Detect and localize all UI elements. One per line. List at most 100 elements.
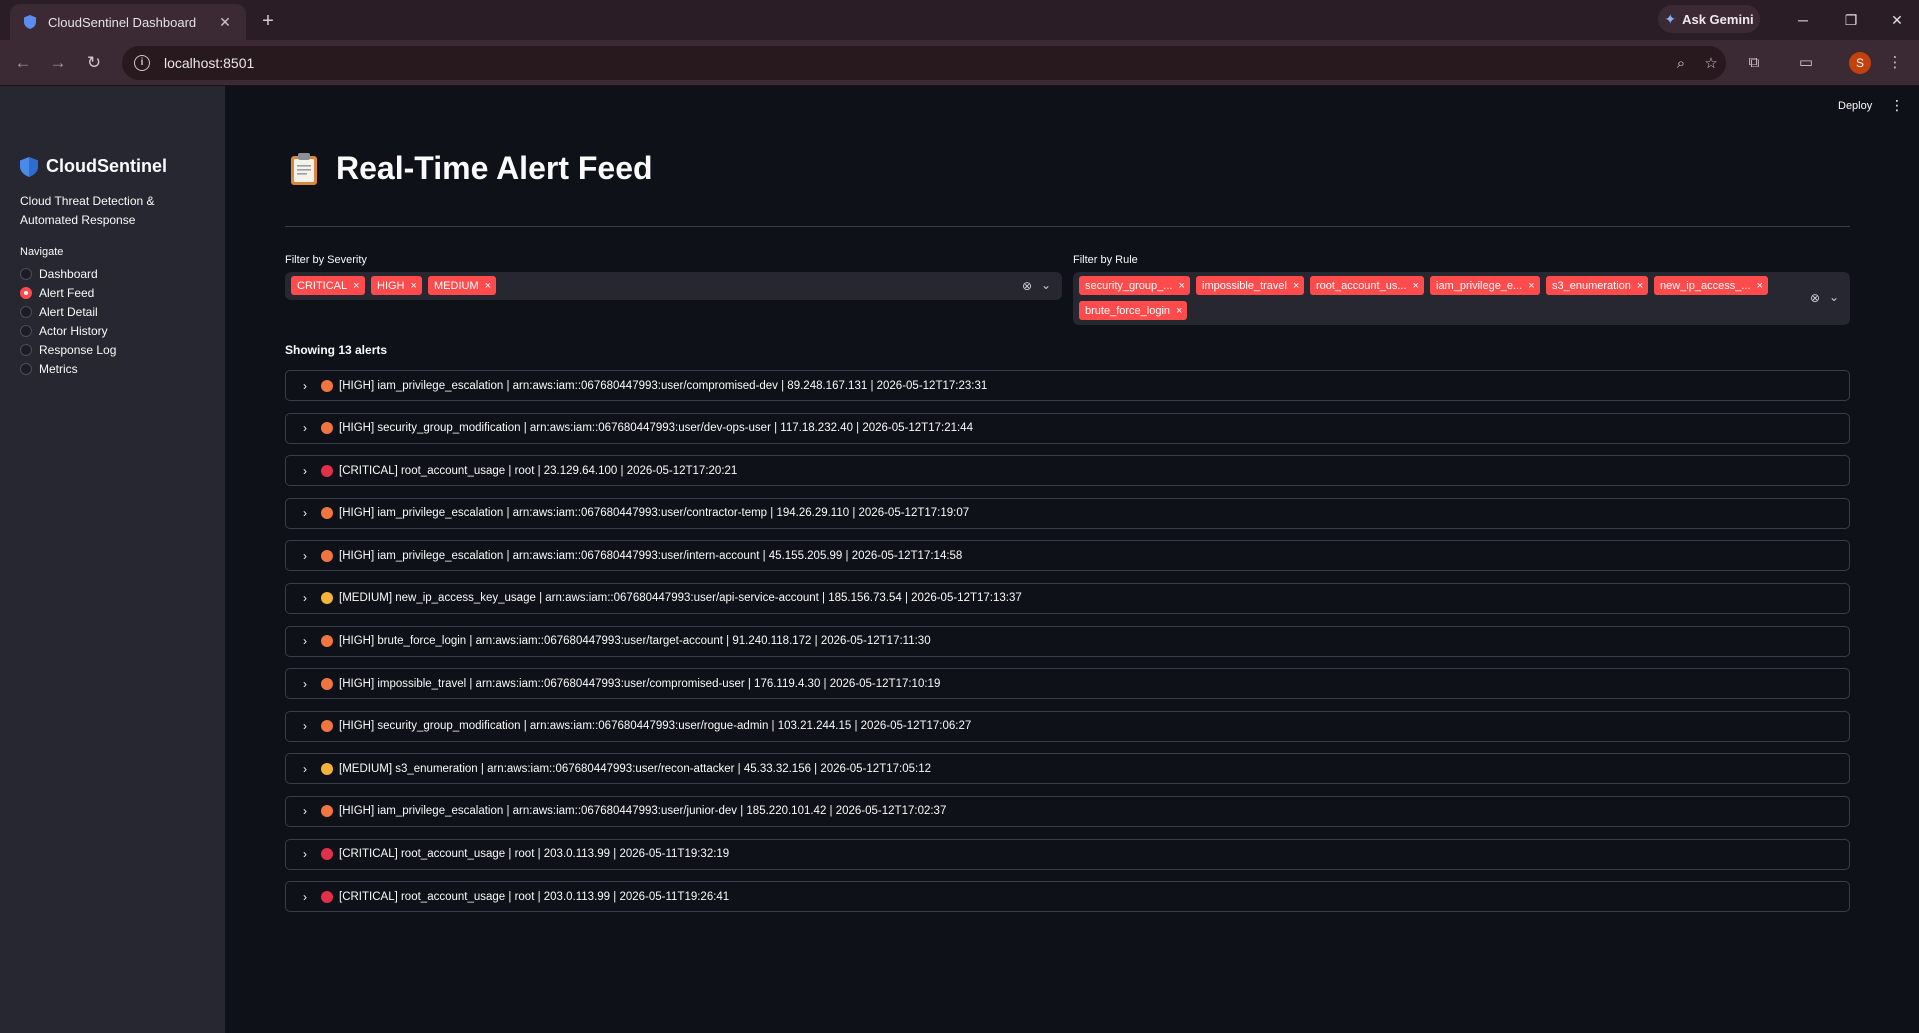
brand-name: CloudSentinel: [46, 156, 167, 176]
alert-expander[interactable]: › [MEDIUM] new_ip_access_key_usage | arn:…: [285, 582, 1850, 614]
new-tab-button[interactable]: +: [254, 7, 282, 35]
address-bar[interactable]: i localhost:8501 ⌕ ☆: [122, 46, 1726, 80]
chip-remove-icon[interactable]: ×: [1178, 280, 1184, 292]
filter-chip[interactable]: root_account_us... ×: [1310, 276, 1424, 295]
zoom-icon[interactable]: ⌕: [1666, 55, 1696, 72]
nav-item-actor-history[interactable]: Actor History: [20, 321, 116, 340]
alert-expander[interactable]: › [HIGH] security_group_modification | ar…: [285, 710, 1850, 742]
alert-expander[interactable]: › [MEDIUM] s3_enumeration | arn:aws:iam::…: [285, 753, 1850, 785]
alert-expander[interactable]: › [CRITICAL] root_account_usage | root | …: [285, 881, 1850, 913]
radio-button[interactable]: [20, 324, 32, 337]
chevron-down-icon[interactable]: ⌄: [1829, 290, 1839, 304]
alert-summary: [HIGH] iam_privilege_escalation | arn:aw…: [339, 805, 947, 818]
alert-expander[interactable]: › [HIGH] brute_force_login | arn:aws:iam:…: [285, 625, 1850, 657]
severity-dot-icon: [321, 805, 333, 818]
browser-menu-icon[interactable]: ⋮: [1881, 49, 1909, 77]
page-title-text: Real-Time Alert Feed: [336, 150, 653, 186]
back-icon[interactable]: ←: [9, 49, 37, 77]
alert-expander[interactable]: › [HIGH] iam_privilege_escalation | arn:a…: [285, 540, 1850, 572]
clear-all-icon[interactable]: ⊗: [1022, 279, 1032, 293]
ask-gemini-label: Ask Gemini: [1682, 11, 1754, 27]
chevron-right-icon[interactable]: ›: [298, 719, 312, 733]
alert-list: › [HIGH] iam_privilege_escalation | arn:a…: [285, 370, 1850, 924]
profile-avatar[interactable]: S: [1849, 52, 1871, 74]
chip-remove-icon[interactable]: ×: [1413, 280, 1419, 292]
site-info-icon[interactable]: i: [134, 55, 150, 71]
filter-chip[interactable]: security_group_... ×: [1079, 276, 1190, 295]
radio-button[interactable]: [20, 305, 32, 318]
window-close-icon[interactable]: ✕: [1877, 6, 1917, 34]
severity-dot-icon: [321, 635, 333, 648]
chip-label: root_account_us...: [1316, 279, 1407, 292]
radio-button[interactable]: [20, 343, 32, 356]
main-menu-icon[interactable]: ⋮: [1890, 97, 1904, 114]
alert-expander[interactable]: › [HIGH] impossible_travel | arn:aws:iam:…: [285, 668, 1850, 700]
nav-item-dashboard[interactable]: Dashboard: [20, 264, 116, 283]
filter-chip[interactable]: CRITICAL ×: [291, 276, 365, 295]
rule-multiselect[interactable]: security_group_... × impossible_travel × roo…: [1073, 272, 1850, 325]
chip-label: security_group_...: [1085, 279, 1173, 292]
extensions-icon[interactable]: ⧉: [1740, 49, 1768, 77]
severity-dot-icon: [321, 890, 333, 903]
chip-remove-icon[interactable]: ×: [1528, 280, 1534, 292]
filter-chip[interactable]: s3_enumeration ×: [1546, 276, 1649, 295]
alert-expander[interactable]: › [HIGH] iam_privilege_escalation | arn:a…: [285, 497, 1850, 529]
chevron-down-icon[interactable]: ⌄: [1041, 278, 1051, 292]
chip-remove-icon[interactable]: ×: [1293, 280, 1299, 292]
chevron-right-icon[interactable]: ›: [298, 890, 312, 904]
minimize-icon[interactable]: ─: [1783, 6, 1823, 34]
alert-expander[interactable]: › [CRITICAL] root_account_usage | root | …: [285, 838, 1850, 870]
chevron-right-icon[interactable]: ›: [298, 549, 312, 563]
chevron-right-icon[interactable]: ›: [298, 804, 312, 818]
chip-label: CRITICAL: [297, 279, 348, 292]
nav-item-metrics[interactable]: Metrics: [20, 359, 116, 378]
alert-expander[interactable]: › [HIGH] iam_privilege_escalation | arn:a…: [285, 370, 1850, 401]
chip-remove-icon[interactable]: ×: [411, 280, 417, 292]
chevron-right-icon[interactable]: ›: [298, 847, 312, 861]
filter-chip[interactable]: brute_force_login ×: [1079, 301, 1188, 320]
clear-all-icon[interactable]: ⊗: [1810, 291, 1820, 305]
alert-expander[interactable]: › [HIGH] security_group_modification | ar…: [285, 412, 1850, 444]
nav-item-alert-detail[interactable]: Alert Detail: [20, 302, 116, 321]
deploy-button[interactable]: Deploy: [1838, 100, 1872, 112]
alert-expander[interactable]: › [HIGH] iam_privilege_escalation | arn:a…: [285, 795, 1850, 827]
radio-button[interactable]: [20, 286, 32, 299]
browser-tab[interactable]: CloudSentinel Dashboard ✕: [10, 4, 246, 40]
filter-chip[interactable]: HIGH ×: [371, 276, 422, 295]
chip-remove-icon[interactable]: ×: [1176, 305, 1182, 317]
ask-gemini-button[interactable]: ✦ Ask Gemini: [1658, 5, 1760, 33]
chip-remove-icon[interactable]: ×: [353, 280, 359, 292]
reload-icon[interactable]: ↻: [80, 49, 108, 77]
chevron-right-icon[interactable]: ›: [298, 464, 312, 478]
nav-item-label: Alert Detail: [39, 304, 98, 319]
forward-icon[interactable]: →: [44, 49, 72, 77]
severity-multiselect[interactable]: CRITICAL × HIGH × MEDIUM × ⊗ ⌄: [285, 272, 1062, 300]
close-icon[interactable]: ✕: [216, 14, 234, 31]
chip-label: MEDIUM: [434, 279, 479, 292]
filter-chip[interactable]: new_ip_access_... ×: [1654, 276, 1768, 295]
nav-item-alert-feed[interactable]: Alert Feed: [20, 283, 116, 302]
chevron-right-icon[interactable]: ›: [298, 762, 312, 776]
url-text: localhost:8501: [164, 55, 255, 71]
chevron-right-icon[interactable]: ›: [298, 421, 312, 435]
chip-remove-icon[interactable]: ×: [1637, 280, 1643, 292]
restore-icon[interactable]: ❐: [1831, 6, 1871, 34]
filter-chip[interactable]: MEDIUM ×: [428, 276, 497, 295]
radio-button[interactable]: [20, 267, 32, 280]
tab-strip: CloudSentinel Dashboard ✕ + ✦ Ask Gemini…: [0, 0, 1919, 40]
tab-search-icon[interactable]: ▭: [1792, 49, 1820, 77]
chip-remove-icon[interactable]: ×: [485, 280, 491, 292]
filter-chip[interactable]: iam_privilege_e... ×: [1430, 276, 1540, 295]
filter-chip[interactable]: impossible_travel ×: [1196, 276, 1305, 295]
nav-item-response-log[interactable]: Response Log: [20, 340, 116, 359]
chevron-right-icon[interactable]: ›: [298, 379, 312, 393]
chevron-right-icon[interactable]: ›: [298, 677, 312, 691]
chevron-right-icon[interactable]: ›: [298, 506, 312, 520]
bookmark-star-icon[interactable]: ☆: [1696, 54, 1726, 72]
chevron-right-icon[interactable]: ›: [298, 634, 312, 648]
alert-expander[interactable]: › [CRITICAL] root_account_usage | root | …: [285, 455, 1850, 487]
chevron-right-icon[interactable]: ›: [298, 591, 312, 605]
chip-remove-icon[interactable]: ×: [1757, 280, 1763, 292]
severity-dot-icon: [321, 720, 333, 733]
radio-button[interactable]: [20, 362, 32, 375]
